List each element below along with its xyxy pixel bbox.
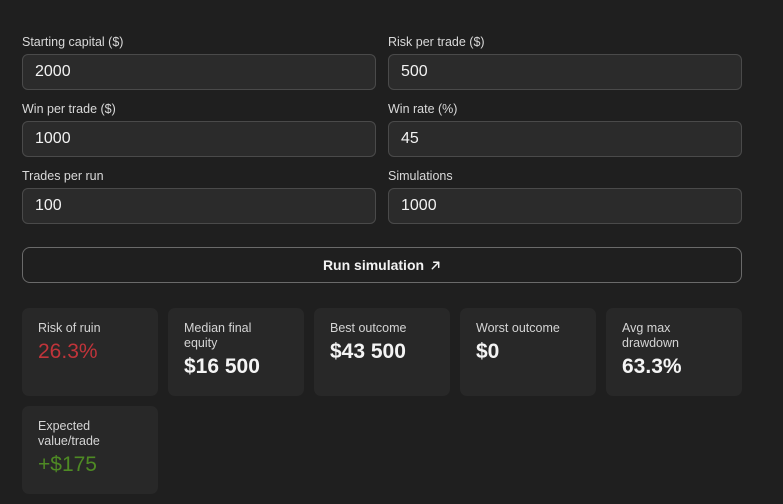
- run-simulation-label: Run simulation: [322, 257, 425, 273]
- best-outcome-label: Best outcome: [330, 321, 407, 335]
- median-final-equity-card: Median final equity $16 500: [168, 308, 304, 396]
- risk-of-ruin-label: Risk of ruin: [38, 321, 101, 335]
- trades-per-run-field: Trades per run 100: [22, 168, 376, 224]
- simulations-label: Simulations: [388, 169, 453, 183]
- risk-per-trade-field: Risk per trade ($) 500: [388, 34, 742, 90]
- expected-value-label: Expected value/trade: [38, 419, 100, 448]
- avg-max-drawdown-card: Avg max drawdown 63.3%: [606, 308, 742, 396]
- median-final-equity-value: $16 500: [184, 355, 260, 378]
- worst-outcome-card: Worst outcome $0: [460, 308, 596, 396]
- simulator-panel: Starting capital ($) 2000 Risk per trade…: [0, 0, 783, 504]
- win-per-trade-field: Win per trade ($) 1000: [22, 101, 376, 157]
- win-per-trade-input[interactable]: 1000: [22, 121, 376, 157]
- win-per-trade-label: Win per trade ($): [22, 102, 116, 116]
- best-outcome-card: Best outcome $43 500: [314, 308, 450, 396]
- starting-capital-input[interactable]: 2000: [22, 54, 376, 90]
- win-rate-input[interactable]: 45: [388, 121, 742, 157]
- win-rate-label: Win rate (%): [388, 102, 458, 116]
- expected-value-card: Expected value/trade +$175: [22, 406, 158, 494]
- run-simulation-button[interactable]: Run simulation: [22, 247, 742, 283]
- arrow-up-right-icon: [431, 261, 440, 269]
- best-outcome-value: $43 500: [330, 340, 406, 363]
- simulations-input[interactable]: 1000: [388, 188, 742, 224]
- avg-max-drawdown-value: 63.3%: [622, 355, 682, 378]
- starting-capital-label: Starting capital ($): [22, 35, 124, 49]
- trades-per-run-label: Trades per run: [22, 169, 104, 183]
- win-rate-field: Win rate (%) 45: [388, 101, 742, 157]
- risk-of-ruin-value: 26.3%: [38, 340, 98, 363]
- risk-per-trade-label: Risk per trade ($): [388, 35, 485, 49]
- worst-outcome-label: Worst outcome: [476, 321, 560, 335]
- expected-value-value: +$175: [38, 453, 97, 476]
- simulations-field: Simulations 1000: [388, 168, 742, 224]
- avg-max-drawdown-label: Avg max drawdown: [622, 321, 679, 350]
- starting-capital-field: Starting capital ($) 2000: [22, 34, 376, 90]
- worst-outcome-value: $0: [476, 340, 500, 363]
- risk-of-ruin-card: Risk of ruin 26.3%: [22, 308, 158, 396]
- median-final-equity-label: Median final equity: [184, 321, 252, 350]
- trades-per-run-input[interactable]: 100: [22, 188, 376, 224]
- risk-per-trade-input[interactable]: 500: [388, 54, 742, 90]
